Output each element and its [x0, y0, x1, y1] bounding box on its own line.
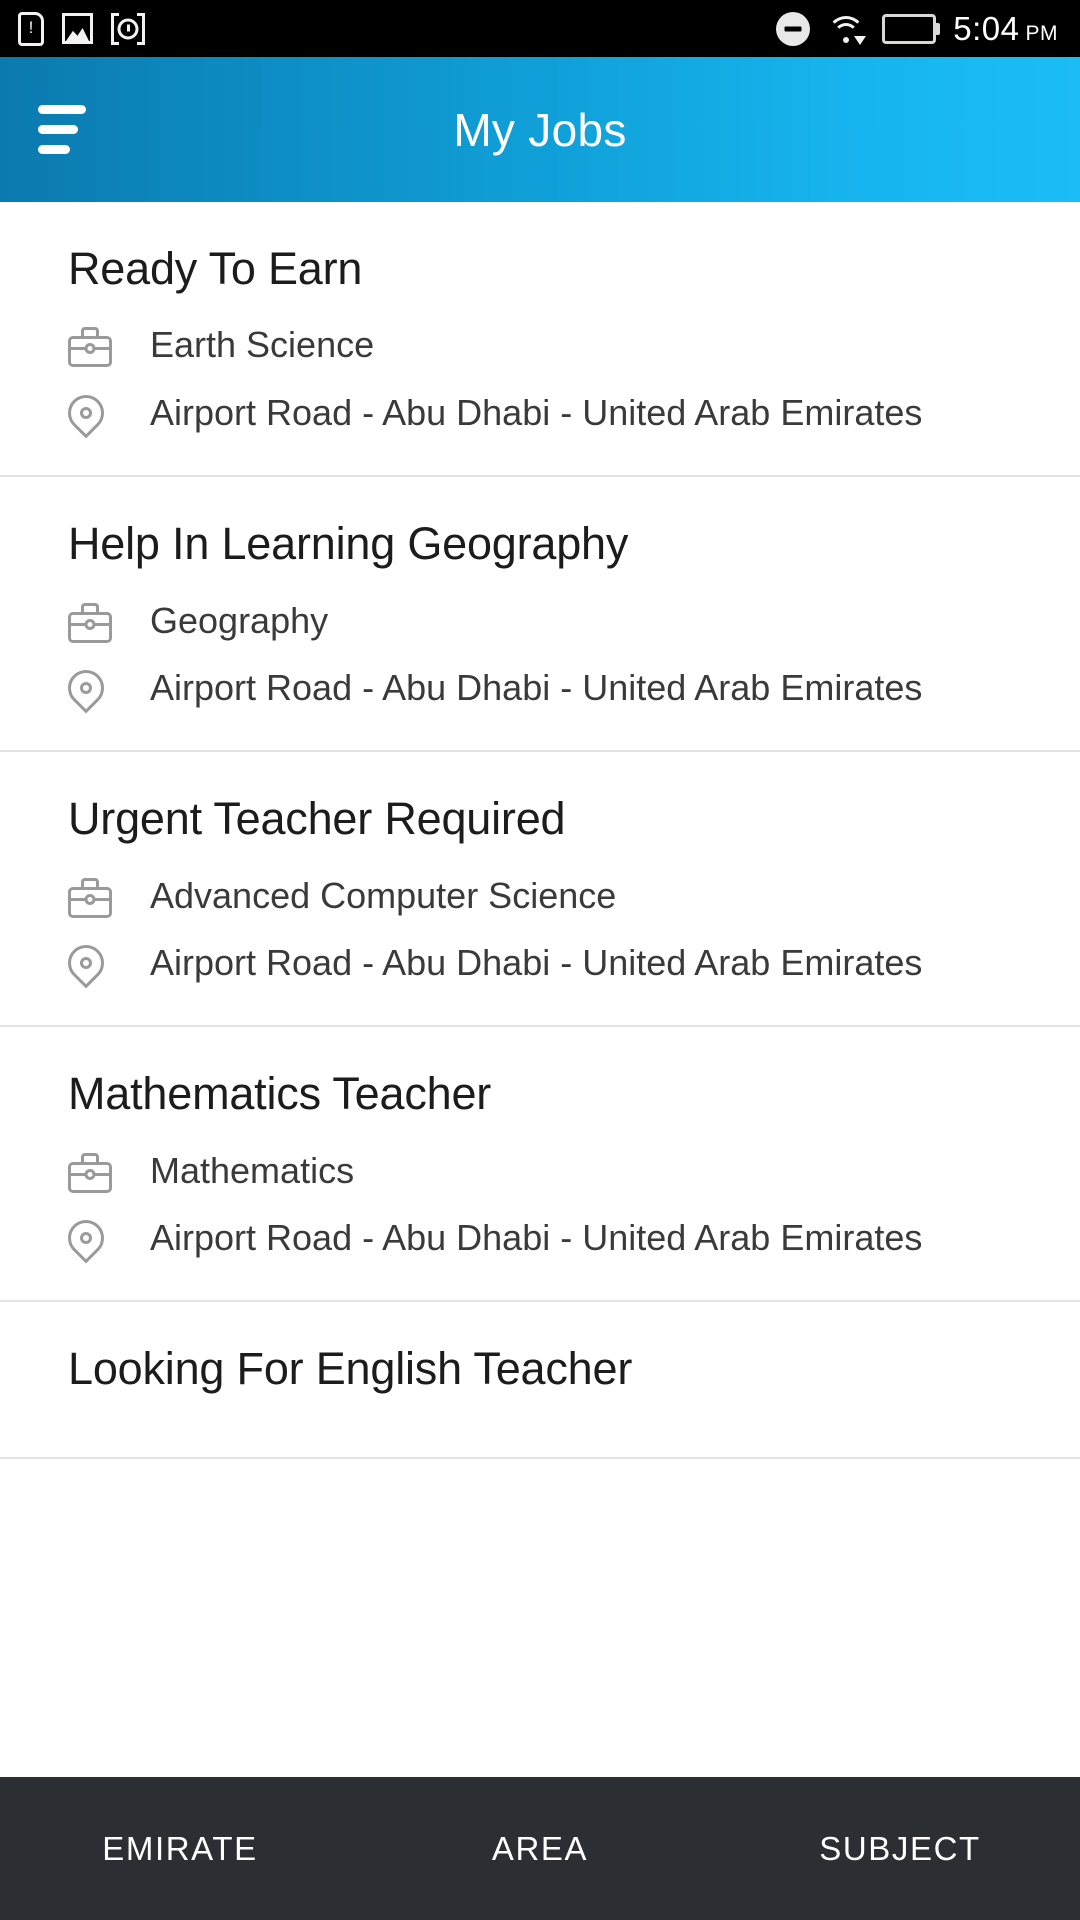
- job-location-row: Airport Road - Abu Dhabi - United Arab E…: [60, 1212, 1040, 1266]
- job-subject: Mathematics: [150, 1149, 355, 1191]
- location-pin-icon: [60, 1212, 112, 1266]
- location-pin-icon: [60, 662, 112, 716]
- job-subject: Geography: [150, 599, 329, 641]
- subject-icon-slot: [68, 598, 114, 643]
- briefcase-icon: [68, 877, 112, 918]
- job-subject-row: Earth Science: [68, 322, 1040, 368]
- job-title: Ready To Earn: [68, 243, 363, 294]
- job-card[interactable]: Looking For English Teacher: [0, 1302, 1080, 1459]
- subject-icon-slot: [68, 1148, 114, 1193]
- job-location-row: Airport Road - Abu Dhabi - United Arab E…: [60, 387, 1040, 441]
- job-subject-row: Geography: [68, 598, 1040, 644]
- subject-icon-slot: [68, 322, 114, 368]
- status-bar: ! 5:04 PM: [0, 0, 1080, 57]
- filter-button-emirate[interactable]: EMIRATE: [0, 1830, 360, 1868]
- subject-icon-slot: [68, 873, 114, 918]
- app-bar: My Jobs: [0, 57, 1080, 202]
- location-icon-slot: [60, 662, 114, 716]
- status-bar-left-icons: !: [18, 11, 145, 46]
- job-card[interactable]: Help In Learning Geography Geography Airpo…: [0, 477, 1080, 753]
- job-location-row: Airport Road - Abu Dhabi - United Arab E…: [60, 937, 1040, 991]
- job-card[interactable]: Ready To Earn Earth Science Airport Road -…: [0, 202, 1080, 478]
- status-bar-clock: 5:04 PM: [953, 10, 1058, 48]
- job-card[interactable]: Urgent Teacher Required Advanced Computer…: [0, 752, 1080, 1028]
- page-title: My Jobs: [453, 103, 627, 156]
- job-subject: Earth Science: [150, 324, 375, 366]
- clock-period: PM: [1025, 21, 1058, 45]
- clock-time: 5:04: [953, 9, 1020, 47]
- sim-alert-icon: !: [18, 11, 44, 46]
- briefcase-icon: [68, 327, 112, 368]
- job-location: Airport Road - Abu Dhabi - United Arab E…: [150, 392, 923, 434]
- filter-button-subject[interactable]: SUBJECT: [720, 1830, 1080, 1868]
- photo-icon: [62, 13, 93, 44]
- job-subject-row: Mathematics: [68, 1148, 1040, 1194]
- job-subject-row: Advanced Computer Science: [68, 873, 1040, 919]
- location-icon-slot: [60, 387, 114, 441]
- job-title: Mathematics Teacher: [68, 1068, 492, 1120]
- job-location: Airport Road - Abu Dhabi - United Arab E…: [150, 942, 923, 984]
- job-location: Airport Road - Abu Dhabi - United Arab E…: [150, 667, 923, 709]
- app-screen: ! 5:04 PM My Jobs Ready To Earn Earth Sc…: [0, 0, 1080, 1920]
- filter-bar: EMIRATE AREA SUBJECT: [0, 1777, 1080, 1920]
- job-title: Looking For English Teacher: [68, 1343, 633, 1395]
- screenshot-icon: [111, 12, 145, 45]
- job-list[interactable]: Ready To Earn Earth Science Airport Road -…: [0, 202, 1080, 1920]
- location-pin-icon: [60, 387, 112, 441]
- job-subject: Advanced Computer Science: [150, 874, 617, 916]
- location-icon-slot: [60, 937, 114, 991]
- location-pin-icon: [60, 937, 112, 991]
- briefcase-icon: [68, 1152, 112, 1193]
- job-title: Help In Learning Geography: [68, 518, 629, 570]
- location-icon-slot: [60, 1212, 114, 1266]
- status-bar-right-icons: 5:04 PM: [776, 10, 1058, 48]
- filter-button-area[interactable]: AREA: [360, 1830, 720, 1868]
- job-location-row: Airport Road - Abu Dhabi - United Arab E…: [60, 662, 1040, 716]
- battery-icon: [882, 13, 937, 44]
- wifi-icon: [827, 14, 867, 45]
- job-location: Airport Road - Abu Dhabi - United Arab E…: [150, 1217, 923, 1259]
- job-title: Urgent Teacher Required: [68, 793, 566, 845]
- briefcase-icon: [68, 602, 112, 643]
- job-card[interactable]: Mathematics Teacher Mathematics Airport Ro…: [0, 1027, 1080, 1303]
- do-not-disturb-icon: [776, 11, 811, 46]
- hamburger-menu-icon[interactable]: [24, 85, 114, 175]
